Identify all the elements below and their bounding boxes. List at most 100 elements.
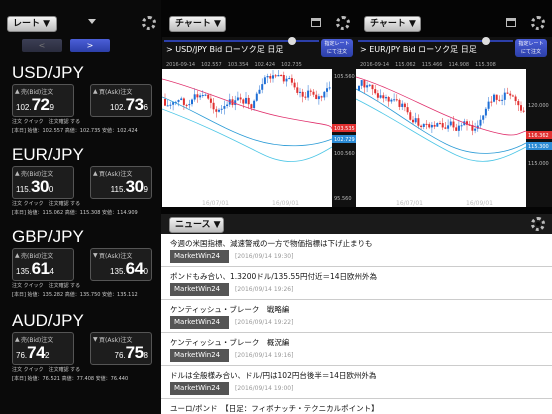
- candlestick-chart-eurjpy[interactable]: 120.000 115.000 116.362 115.300 16/07/01…: [356, 69, 552, 207]
- bid-price-big: 61: [31, 259, 50, 278]
- order-confirm-toggle[interactable]: 注文確認 する: [49, 283, 81, 289]
- x-tick: 16/07/01: [396, 200, 423, 207]
- candle-body: [242, 99, 245, 104]
- candle-body: [301, 91, 304, 97]
- chart1-dropdown[interactable]: チャート ▼: [169, 16, 226, 32]
- limit-order-button[interactable]: 指定レート にて注文: [321, 39, 353, 57]
- candle-body: [511, 95, 514, 97]
- slider-thumb-icon[interactable]: [288, 37, 296, 45]
- chart-date: 2016-09-14: [166, 62, 196, 68]
- candle-body: [495, 94, 498, 100]
- candle-body: [188, 104, 191, 106]
- candle-body: [247, 97, 250, 105]
- ma-line-cyan: [162, 108, 333, 162]
- candle-body: [185, 104, 188, 106]
- candlestick-chart-usdjpy[interactable]: 105.560 100.560 95.560 103.535 102.729 1…: [162, 69, 358, 207]
- news-settings-gear-icon[interactable]: [531, 217, 545, 231]
- candle-body: [196, 94, 199, 98]
- rate-settings-gear-icon[interactable]: [142, 16, 156, 30]
- quick-order-toggle[interactable]: 注文 クイック: [12, 367, 44, 373]
- chart-title[interactable]: > EUR/JPY Bid ローソク足 日足: [360, 44, 477, 55]
- candle-body: [226, 104, 229, 107]
- candle-body: [479, 119, 482, 126]
- candle-body: [449, 121, 452, 126]
- news-item[interactable]: ポンドもみ合い、1.3200ドル/135.55円付近＝14日欧州外為 Market…: [161, 267, 552, 300]
- news-headline: ケンティッシュ・ブレーク 概況編: [170, 338, 290, 347]
- chart1-settings-gear-icon[interactable]: [336, 16, 350, 30]
- bid-price-pip: 4: [49, 267, 54, 276]
- candle-body: [269, 75, 272, 79]
- chart1-expand-icon[interactable]: [311, 18, 321, 27]
- candle-body: [422, 123, 425, 127]
- candle-body: [493, 94, 495, 102]
- candle-body: [414, 118, 417, 123]
- ask-order-button[interactable]: ▲ 買(Ask)注文 115.309: [90, 166, 152, 199]
- candle-body: [425, 123, 428, 125]
- quick-order-toggle[interactable]: 注文 クイック: [12, 201, 44, 207]
- candle-body: [517, 101, 520, 106]
- news-date: [2016/09/14 19:16]: [235, 352, 294, 359]
- news-item[interactable]: ドルは全般様み合い、ドル/円は102円台後半＝14日欧州外為 MarketWin2…: [161, 366, 552, 399]
- candle-body: [328, 87, 331, 89]
- price-tag-red-label: 116.362: [528, 133, 549, 139]
- news-item[interactable]: ユーロ/ポンド 【日足：フィボナッチ・テクニカルポイント】MarketWin24: [161, 399, 552, 414]
- quick-order-toggle[interactable]: 注文 クイック: [12, 119, 44, 125]
- order-confirm-toggle[interactable]: 注文確認 する: [49, 119, 81, 125]
- rate-dropdown[interactable]: レート ▼: [7, 16, 57, 32]
- chart-date: 2016-09-14: [360, 62, 390, 68]
- candle-body: [193, 94, 196, 100]
- ask-price-pip: 0: [143, 267, 148, 276]
- daily-ohl: [本日] 始値：135.282 高値：135.750 安値：135.112: [12, 292, 138, 298]
- candle-body: [395, 99, 398, 101]
- candle-body: [320, 96, 323, 98]
- limit-order-button[interactable]: 指定レート にて注文: [515, 39, 547, 57]
- bid-order-button[interactable]: ▲ 売(Bid)注文 115.300: [12, 166, 74, 199]
- chart-open: 102.557: [201, 62, 222, 68]
- chart-ohlc-info: 2016-09-14 115.062 115.466 114.908 115.308: [356, 61, 552, 69]
- up-arrow-icon: ▲: [93, 88, 98, 95]
- order-confirm-toggle[interactable]: 注文確認 する: [49, 201, 81, 207]
- bid-price-major: 102.: [16, 103, 32, 112]
- bid-order-button[interactable]: ▲ 売(Bid)注文 102.729: [12, 84, 74, 117]
- up-arrow-icon: ▲: [15, 336, 20, 343]
- ask-order-button[interactable]: ▼ 買(Ask)注文 135.640: [90, 248, 152, 281]
- candle-body: [457, 125, 460, 131]
- candle-body: [309, 90, 312, 92]
- chart-title[interactable]: > USD/JPY Bid ローソク足 日足: [166, 44, 283, 55]
- chart2-dropdown[interactable]: チャート ▼: [364, 16, 421, 32]
- prev-page-button[interactable]: <: [22, 39, 62, 52]
- candle-body: [401, 103, 404, 107]
- bid-price-pip: 9: [49, 103, 54, 112]
- candle-body: [209, 98, 212, 103]
- ask-order-button[interactable]: ▲ 買(Ask)注文 102.736: [90, 84, 152, 117]
- ask-order-button[interactable]: ▼ 買(Ask)注文 76.758: [90, 332, 152, 365]
- order-confirm-toggle[interactable]: 注文確認 する: [49, 367, 81, 373]
- quick-order-toggle[interactable]: 注文 クイック: [12, 283, 44, 289]
- news-dropdown[interactable]: ニュース ▼: [169, 217, 224, 233]
- y-tick: 95.560: [334, 196, 352, 202]
- bid-order-button[interactable]: ▲ 売(Bid)注文 76.742: [12, 332, 74, 365]
- chart2-settings-gear-icon[interactable]: [531, 16, 545, 30]
- candle-body: [204, 94, 207, 96]
- next-page-button[interactable]: >: [70, 39, 110, 52]
- daily-ohl: [本日] 始値：76.521 高値：77.408 安値：76.440: [12, 376, 129, 382]
- bid-price-major: 115.: [16, 185, 31, 194]
- slider-thumb-icon[interactable]: [482, 37, 490, 45]
- collapse-icon[interactable]: [88, 19, 96, 24]
- chart2-expand-icon[interactable]: [506, 18, 516, 27]
- candle-body: [490, 101, 493, 103]
- candle-body: [182, 98, 185, 105]
- news-headline: ユーロ/ポンド 【日足：フィボナッチ・テクニカルポイント】: [170, 404, 379, 413]
- news-item[interactable]: 今週の米国指標、減速警戒の一方で物価指標は下げ止まりも MarketWin24 [2…: [161, 234, 552, 267]
- candle-body: [253, 100, 256, 109]
- candle-body: [520, 105, 522, 111]
- chart1-candles: [164, 70, 331, 118]
- news-headline: ドルは全般様み合い、ドル/円は102円台後半＝14日欧州外為: [170, 371, 377, 380]
- bid-price-big: 74: [27, 343, 46, 362]
- news-item[interactable]: ケンティッシュ・ブレーク 概況編 MarketWin24 [2016/09/14 1…: [161, 333, 552, 366]
- bid-order-button[interactable]: ▲ 売(Bid)注文 135.614: [12, 248, 74, 281]
- ask-price-big: 75: [125, 343, 144, 362]
- candle-body: [379, 95, 382, 98]
- news-item[interactable]: ケンティッシュ・ブレーク 戦略編 MarketWin24 [2016/09/14 1…: [161, 300, 552, 333]
- candle-body: [412, 119, 414, 123]
